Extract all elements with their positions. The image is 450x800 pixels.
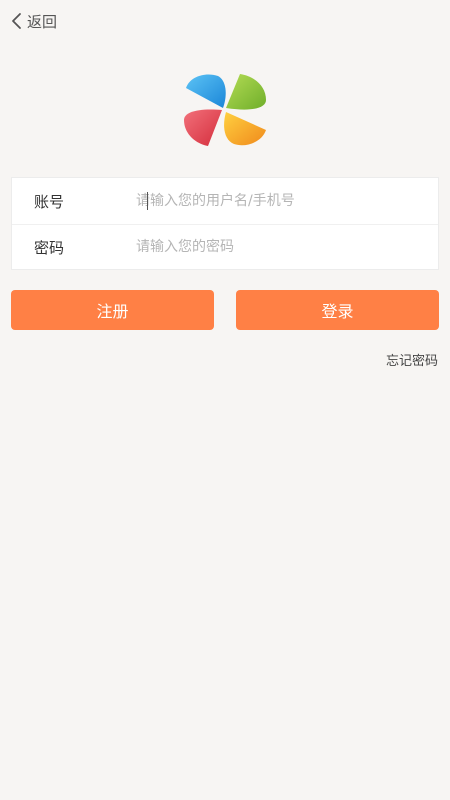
account-row: 账号 bbox=[12, 178, 438, 225]
password-label: 密码 bbox=[34, 238, 65, 257]
login-form: 账号 密码 bbox=[11, 177, 439, 270]
app-logo bbox=[182, 72, 268, 148]
chevron-left-icon bbox=[10, 12, 24, 30]
back-label: 返回 bbox=[27, 12, 58, 31]
account-label: 账号 bbox=[34, 192, 65, 211]
forgot-password-link[interactable]: 忘记密码 bbox=[386, 350, 438, 369]
top-bar: 返回 bbox=[0, 0, 450, 40]
login-button[interactable]: 登录 bbox=[236, 290, 439, 330]
text-caret bbox=[147, 192, 148, 210]
back-button[interactable]: 返回 bbox=[10, 8, 57, 34]
password-input[interactable] bbox=[136, 232, 426, 262]
account-input[interactable] bbox=[136, 186, 426, 216]
register-button[interactable]: 注册 bbox=[11, 290, 214, 330]
password-row: 密码 bbox=[12, 224, 438, 270]
